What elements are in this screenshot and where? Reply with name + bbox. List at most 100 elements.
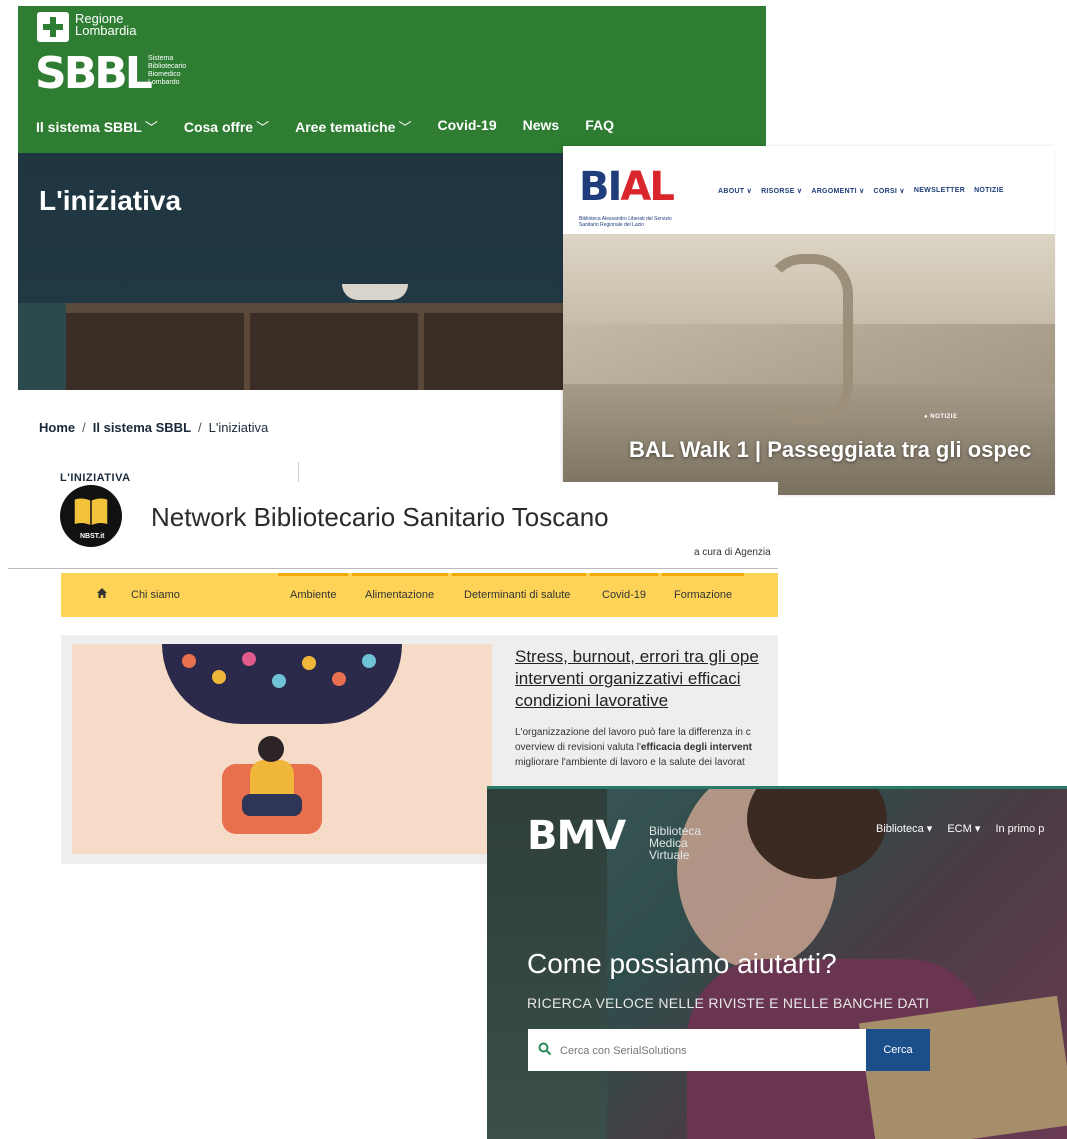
- hero-bowl: [342, 284, 408, 300]
- bmv-logo-sub: Biblioteca Medica Virtuale: [649, 825, 701, 861]
- article-title-line: Stress, burnout, errori tra gli ope: [515, 647, 759, 666]
- sbbl-header: Regione Lombardia SBBL Sistema Bibliotec…: [18, 6, 766, 153]
- sbbl-sub-line: Lombardo: [148, 79, 180, 86]
- breadcrumb-sistema[interactable]: Il sistema SBBL: [93, 420, 191, 435]
- nav-label: Il sistema SBBL: [36, 119, 142, 135]
- nav-il-sistema[interactable]: Il sistema SBBL ﹀: [36, 117, 158, 136]
- logo-letter: I: [607, 164, 623, 210]
- logo-letter: A: [620, 164, 651, 210]
- page-title: L'iniziativa: [39, 185, 182, 216]
- nav-about[interactable]: ABOUT ∨: [718, 187, 752, 195]
- nav-aree-tematiche[interactable]: Aree tematiche ﹀: [295, 117, 411, 136]
- hero-subline: RICERCA VELOCE NELLE RIVISTE E NELLE BAN…: [527, 995, 930, 1011]
- breadcrumb-home[interactable]: Home: [39, 420, 75, 435]
- article-headline[interactable]: BAL Walk 1 | Passeggiata tra gli ospec: [629, 437, 1031, 463]
- divider: [298, 462, 299, 482]
- article-title[interactable]: Stress, burnout, errori tra gli ope inte…: [515, 646, 759, 712]
- stress-illustration[interactable]: [72, 644, 492, 854]
- nav-corsi[interactable]: CORSI ∨: [874, 187, 905, 195]
- emoji-dot: [182, 654, 196, 668]
- nav-faq[interactable]: FAQ: [585, 117, 614, 136]
- sbbl-logo-sub: Sistema Bibliotecario Biomedico Lombardo: [148, 55, 208, 87]
- nav-in-primo-piano[interactable]: In primo p: [995, 823, 1044, 835]
- nav-notizie[interactable]: NOTIZIE: [974, 187, 1004, 195]
- emoji-dot: [212, 670, 226, 684]
- nbst-logo[interactable]: NBST.it: [60, 485, 122, 547]
- excerpt-line: overview di revisioni valuta l'efficacia…: [515, 740, 752, 755]
- emoji-dot: [302, 656, 316, 670]
- nav-newsletter[interactable]: NEWSLETTER: [914, 187, 965, 195]
- menu-determinanti[interactable]: Determinanti di salute: [464, 589, 570, 601]
- article-title-line: condizioni lavorative: [515, 691, 669, 710]
- menu-alimentazione[interactable]: Alimentazione: [365, 589, 434, 601]
- excerpt-bold: efficacia degli intervent: [640, 742, 753, 753]
- bmv-logo[interactable]: BMV: [527, 813, 626, 859]
- breadcrumb-separator: /: [198, 420, 202, 435]
- chevron-down-icon: ﹀: [144, 120, 158, 135]
- logo-letter: L: [649, 164, 674, 210]
- search-box: [528, 1029, 866, 1071]
- home-icon[interactable]: [96, 587, 108, 599]
- nav-ecm[interactable]: ECM ▾: [947, 823, 980, 835]
- section-label: L'INIZIATIVA: [60, 472, 131, 482]
- excerpt-line: L'organizzazione del lavoro può fare la …: [515, 727, 751, 738]
- article-title-line: interventi organizzativi efficaci: [515, 669, 741, 688]
- menu-formazione[interactable]: Formazione: [674, 589, 732, 601]
- site-title: Network Bibliotecario Sanitario Toscano: [151, 502, 609, 532]
- cabinet-divider: [418, 313, 424, 390]
- region-line-2: Lombardia: [75, 23, 137, 38]
- bmv-screenshot: BMV Biblioteca Medica Virtuale Bibliotec…: [487, 786, 1067, 1139]
- sbbl-main-nav: Il sistema SBBL ﹀ Cosa offre ﹀ Aree temati…: [36, 117, 640, 136]
- menu-ambiente[interactable]: Ambiente: [290, 589, 336, 601]
- nav-argomenti[interactable]: ARGOMENTI ∨: [811, 187, 864, 195]
- regione-lombardia-text: Regione Lombardia: [75, 12, 137, 38]
- article-excerpt: L'organizzazione del lavoro può fare la …: [515, 725, 752, 770]
- nav-news[interactable]: News: [523, 117, 560, 136]
- search-button[interactable]: Cerca: [866, 1029, 930, 1071]
- search-input[interactable]: [558, 1039, 862, 1063]
- bal-logo[interactable]: BIAL Biblioteca Alessandro Liberati del …: [579, 164, 683, 228]
- hero-headline: Come possiamo aiutarti?: [527, 948, 837, 979]
- emoji-dot: [242, 652, 256, 666]
- bmv-sub-line: Virtuale: [649, 848, 690, 862]
- menu-accent: [662, 573, 744, 576]
- news-tag: ● NOTIZIE: [924, 414, 958, 420]
- menu-accent: [278, 573, 348, 576]
- menu-accent: [352, 573, 448, 576]
- bal-logo-sub: Biblioteca Alessandro Liberati del Servi…: [579, 216, 672, 228]
- bmv-nav: Biblioteca ▾ ECM ▾ In primo p: [876, 822, 1056, 835]
- nav-label: Aree tematiche: [295, 119, 396, 135]
- bal-screenshot: BIAL Biblioteca Alessandro Liberati del …: [563, 146, 1055, 495]
- sbbl-logo[interactable]: SBBL: [35, 50, 153, 98]
- menu-covid[interactable]: Covid-19: [602, 589, 646, 601]
- person-head: [258, 736, 284, 762]
- excerpt-text: overview di revisioni valuta l': [515, 742, 641, 753]
- cabinet-divider: [244, 313, 250, 390]
- caduceus-snake: [763, 254, 853, 424]
- nav-covid[interactable]: Covid-19: [438, 117, 497, 136]
- bal-hero-image[interactable]: ● NOTIZIE BAL Walk 1 | Passeggiata tra g…: [563, 234, 1055, 495]
- bal-logo-letters: BIAL: [579, 164, 675, 210]
- chevron-down-icon: ﹀: [256, 120, 270, 135]
- divider: [8, 568, 778, 569]
- book-icon: [73, 496, 109, 527]
- nav-cosa-offre[interactable]: Cosa offre ﹀: [184, 117, 269, 136]
- bal-nav: ABOUT ∨ RISORSE ∨ ARGOMENTI ∨ CORSI ∨ NE…: [718, 187, 1013, 195]
- breadcrumb: Home / Il sistema SBBL / L'iniziativa: [39, 420, 268, 435]
- nav-label: Cosa offre: [183, 119, 254, 135]
- nav-biblioteca[interactable]: Biblioteca ▾: [876, 823, 932, 835]
- a-cura-di: a cura di Agenzia: [694, 547, 771, 558]
- emoji-dot: [362, 654, 376, 668]
- emoji-dot: [332, 672, 346, 686]
- menu-chi-siamo[interactable]: Chi siamo: [131, 589, 180, 601]
- person-legs: [242, 794, 302, 816]
- menu-accent: [590, 573, 658, 576]
- nbst-logo-tag: NBST.it: [80, 533, 105, 540]
- regione-lombardia-icon[interactable]: [37, 12, 69, 42]
- excerpt-line: migliorare l'ambiente di lavoro e la sal…: [515, 757, 745, 768]
- sbbl-sub-line: Sistema: [148, 55, 174, 62]
- nav-risorse[interactable]: RISORSE ∨: [761, 187, 802, 195]
- sbbl-sub-line: Bibliotecario: [148, 63, 187, 70]
- chevron-down-icon: ﹀: [398, 120, 412, 135]
- emoji-dot: [272, 674, 286, 688]
